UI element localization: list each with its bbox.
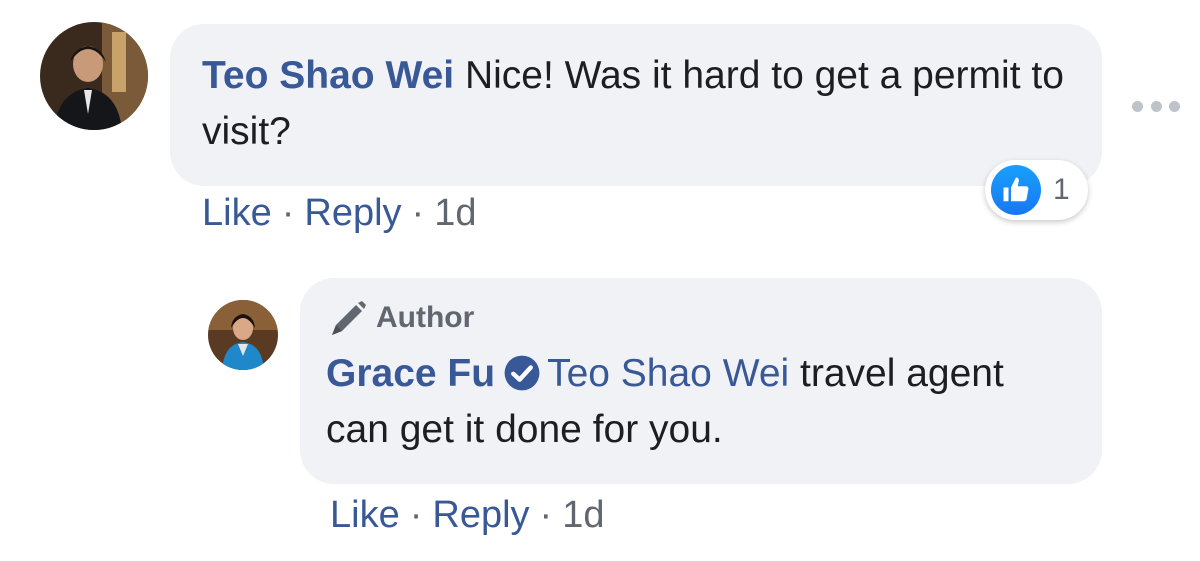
replier-name-link[interactable]: Grace Fu: [326, 352, 495, 395]
separator: ·: [409, 494, 423, 536]
like-link[interactable]: Like: [330, 494, 400, 536]
reply-link[interactable]: Reply: [432, 494, 529, 536]
separator: ·: [411, 192, 425, 234]
verified-badge-icon: [504, 355, 540, 391]
separator: ·: [539, 494, 553, 536]
mention-link[interactable]: Teo Shao Wei: [547, 352, 789, 395]
reply-bubble: Author Grace Fu Teo Shao Wei travel agen…: [300, 278, 1102, 484]
comment-bubble: Teo Shao Wei Nice! Was it hard to get a …: [170, 24, 1102, 186]
reaction-summary[interactable]: 1: [985, 160, 1088, 220]
pen-icon: [332, 301, 366, 335]
separator: ·: [281, 192, 295, 234]
reply-actions: Like · Reply · 1d: [330, 494, 604, 537]
like-link[interactable]: Like: [202, 192, 272, 234]
commenter-avatar[interactable]: [40, 22, 148, 130]
author-badge: Author: [326, 296, 1072, 340]
reply-body: Grace Fu Teo Shao Wei travel agent can g…: [326, 346, 1072, 458]
reaction-count: 1: [1053, 173, 1070, 206]
comment-actions: Like · Reply · 1d: [202, 192, 476, 235]
reply-link[interactable]: Reply: [304, 192, 401, 234]
commenter-name-link[interactable]: Teo Shao Wei: [202, 54, 454, 97]
replier-avatar[interactable]: [208, 300, 278, 370]
more-options-icon[interactable]: [1132, 96, 1180, 116]
timestamp[interactable]: 1d: [434, 192, 476, 234]
like-icon: [991, 165, 1041, 215]
author-badge-label: Author: [376, 301, 475, 334]
timestamp[interactable]: 1d: [562, 494, 604, 536]
comment-body: Teo Shao Wei Nice! Was it hard to get a …: [202, 48, 1072, 160]
